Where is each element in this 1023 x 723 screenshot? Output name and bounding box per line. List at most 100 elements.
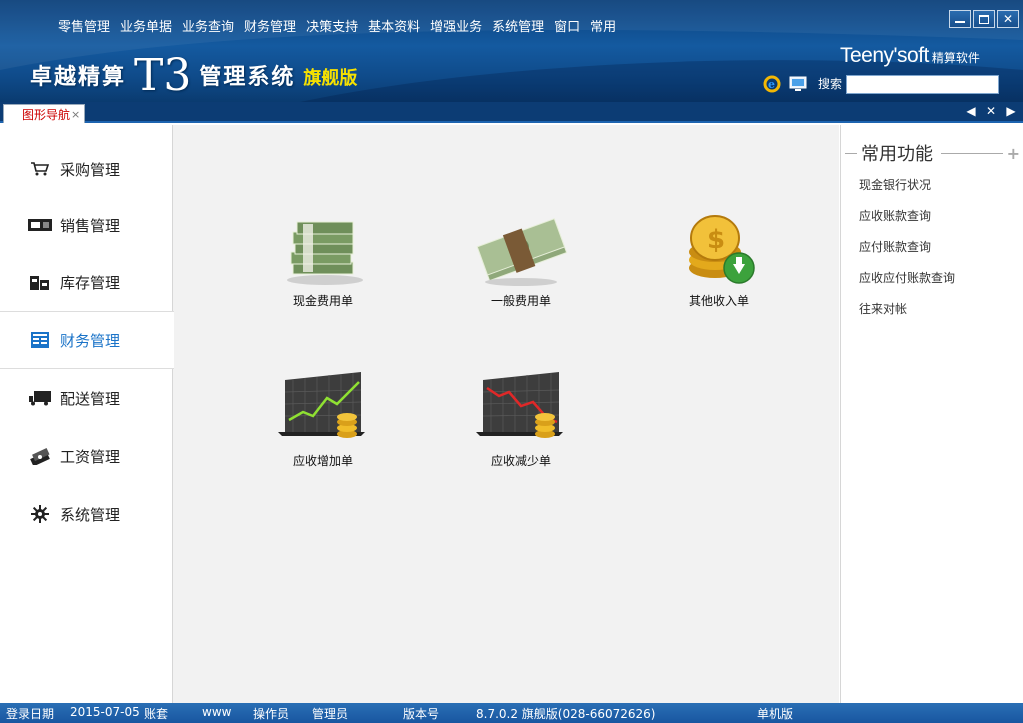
favorites-list: 现金银行状况 应收账款查询 应付账款查询 应收应付账款查询 往来对帐 bbox=[859, 177, 955, 332]
sidebar-item-label: 销售管理 bbox=[60, 216, 121, 235]
favorite-link-ar-ap-query[interactable]: 应收应付账款查询 bbox=[859, 270, 955, 301]
graphic-navigation-panel: 现金费用单 一般费用单 $ 其他收入单 应收增加单 应收减少单 bbox=[173, 125, 839, 703]
operator-value: 管理员 bbox=[312, 707, 349, 721]
tab-next-icon[interactable]: ▶ bbox=[1005, 104, 1017, 118]
menu-documents[interactable]: 业务单据 bbox=[115, 14, 177, 37]
close-icon: ✕ bbox=[1002, 12, 1014, 26]
banknote-bundle-icon bbox=[476, 218, 568, 286]
sidebar-item-system[interactable]: 系统管理 bbox=[0, 485, 172, 543]
sidebar-item-label: 工资管理 bbox=[60, 447, 121, 466]
cash-register-icon bbox=[28, 215, 52, 235]
sidebar-item-payroll[interactable]: 工资管理 bbox=[0, 427, 172, 485]
sidebar-item-label: 系统管理 bbox=[60, 505, 121, 524]
tab-graphic-navigation[interactable]: 图形导航 × bbox=[3, 104, 86, 123]
tile-general-expense[interactable]: 一般费用单 bbox=[456, 210, 586, 309]
sidebar-item-sales[interactable]: 销售管理 bbox=[0, 196, 172, 254]
module-sidebar: 采购管理 销售管理 库存管理 财务管理 配送管理 工资管理 系统管理 bbox=[0, 125, 174, 703]
product-brand: 卓越精算 T3 管理系统 旗舰版 bbox=[30, 50, 358, 98]
menu-system[interactable]: 系统管理 bbox=[487, 14, 549, 37]
favorite-link-cash-bank[interactable]: 现金银行状况 bbox=[859, 177, 955, 208]
sidebar-item-label: 财务管理 bbox=[60, 331, 121, 350]
menu-finance[interactable]: 财务管理 bbox=[239, 14, 301, 37]
cart-icon bbox=[28, 159, 52, 179]
ie-browser-icon[interactable]: e bbox=[762, 74, 782, 94]
company-logo-text: Teeny'soft bbox=[840, 44, 929, 67]
tab-close-icon[interactable]: × bbox=[71, 108, 80, 121]
svg-text:e: e bbox=[768, 78, 775, 91]
brand-t3: T3 bbox=[134, 50, 192, 101]
menu-basic-data[interactable]: 基本资料 bbox=[363, 14, 425, 37]
favorite-link-reconciliation[interactable]: 往来对帐 bbox=[859, 301, 955, 332]
tile-label: 应收增加单 bbox=[292, 454, 353, 468]
tile-label: 现金费用单 bbox=[292, 294, 353, 308]
search-input[interactable] bbox=[846, 75, 999, 94]
menu-window[interactable]: 窗口 bbox=[549, 14, 585, 37]
brand-system: 管理系统 bbox=[199, 65, 296, 90]
chart-up-icon bbox=[278, 372, 365, 438]
warehouse-icon bbox=[28, 272, 52, 292]
menu-decision[interactable]: 决策支持 bbox=[301, 14, 363, 37]
brand-edition: 旗舰版 bbox=[303, 68, 358, 89]
favorites-panel: 常用功能 + 现金银行状况 应收账款查询 应付账款查询 应收应付账款查询 往来对… bbox=[840, 125, 1023, 703]
window-controls: ✕ bbox=[949, 10, 1019, 28]
menu-enhanced[interactable]: 增强业务 bbox=[425, 14, 487, 37]
add-favorite-icon[interactable]: + bbox=[1007, 144, 1020, 163]
menu-retail[interactable]: 零售管理 bbox=[53, 14, 115, 37]
minimize-button[interactable] bbox=[949, 10, 971, 28]
tile-cash-expense[interactable]: 现金费用单 bbox=[258, 210, 388, 309]
coins-download-icon: $ bbox=[689, 215, 755, 284]
company-logo: Teeny'soft 精算软件 bbox=[840, 44, 980, 68]
chart-down-icon bbox=[476, 372, 563, 438]
tile-other-income[interactable]: $ 其他收入单 bbox=[654, 210, 784, 309]
favorite-link-receivable-query[interactable]: 应收账款查询 bbox=[859, 208, 955, 239]
tile-label: 应收减少单 bbox=[490, 454, 551, 468]
brand-name: 卓越精算 bbox=[30, 65, 127, 90]
gear-icon bbox=[28, 504, 52, 524]
favorites-header: 常用功能 + bbox=[845, 141, 1020, 165]
svg-text:$: $ bbox=[707, 225, 725, 255]
login-date: 2015-07-05 bbox=[70, 705, 140, 719]
status-bar: 登录日期 2015-07-05 账套 www 操作员 管理员 版本号 8.7.0… bbox=[0, 703, 1023, 723]
version-label: 版本号 bbox=[403, 707, 440, 721]
favorite-link-payable-query[interactable]: 应付账款查询 bbox=[859, 239, 955, 270]
menu-favorites[interactable]: 常用 bbox=[585, 14, 621, 37]
search-label: 搜索 bbox=[818, 77, 843, 91]
tile-label: 一般费用单 bbox=[490, 294, 551, 308]
sidebar-item-label: 采购管理 bbox=[60, 160, 121, 179]
menu-bar: 零售管理 业务单据 业务查询 财务管理 决策支持 基本资料 增强业务 系统管理 … bbox=[53, 14, 621, 37]
tab-strip: 图形导航 × ◀ ✕ ▶ bbox=[0, 102, 1023, 123]
company-logo-cn: 精算软件 bbox=[931, 51, 980, 65]
tile-receivable-increase[interactable]: 应收增加单 bbox=[258, 370, 388, 469]
sidebar-item-inventory[interactable]: 库存管理 bbox=[0, 253, 172, 311]
divider bbox=[845, 152, 857, 154]
sidebar-item-finance[interactable]: 财务管理 bbox=[0, 311, 174, 369]
tab-controls: ◀ ✕ ▶ bbox=[965, 104, 1017, 118]
cash-stack-icon bbox=[287, 221, 363, 285]
tile-receivable-decrease[interactable]: 应收减少单 bbox=[456, 370, 586, 469]
close-button[interactable]: ✕ bbox=[997, 10, 1019, 28]
maximize-button[interactable] bbox=[973, 10, 995, 28]
header-toolbar: e bbox=[762, 74, 808, 94]
money-stack-icon bbox=[28, 446, 52, 466]
operator-label: 操作员 bbox=[253, 707, 290, 721]
tab-prev-icon[interactable]: ◀ bbox=[965, 104, 977, 118]
maximize-icon bbox=[979, 14, 989, 24]
tile-label: 其他收入单 bbox=[688, 294, 749, 308]
account-label: 账套 bbox=[144, 707, 169, 721]
account-value: www bbox=[202, 705, 232, 719]
login-date-label: 登录日期 bbox=[6, 707, 55, 721]
tab-close-all-icon[interactable]: ✕ bbox=[985, 104, 997, 118]
divider bbox=[941, 152, 1003, 154]
tab-label: 图形导航 bbox=[22, 107, 71, 122]
favorites-title: 常用功能 bbox=[861, 144, 933, 165]
sidebar-item-label: 配送管理 bbox=[60, 389, 121, 408]
sidebar-item-purchase[interactable]: 采购管理 bbox=[0, 140, 172, 198]
sidebar-item-label: 库存管理 bbox=[60, 273, 121, 292]
version-value: 8.7.0.2 旗舰版(028-66072626) bbox=[476, 707, 656, 721]
monitor-icon[interactable] bbox=[788, 74, 808, 94]
menu-queries[interactable]: 业务查询 bbox=[177, 14, 239, 37]
run-mode: 单机版 bbox=[757, 707, 794, 721]
sidebar-item-delivery[interactable]: 配送管理 bbox=[0, 369, 172, 427]
ledger-icon bbox=[28, 330, 52, 350]
app-header: 零售管理 业务单据 业务查询 财务管理 决策支持 基本资料 增强业务 系统管理 … bbox=[0, 0, 1023, 102]
